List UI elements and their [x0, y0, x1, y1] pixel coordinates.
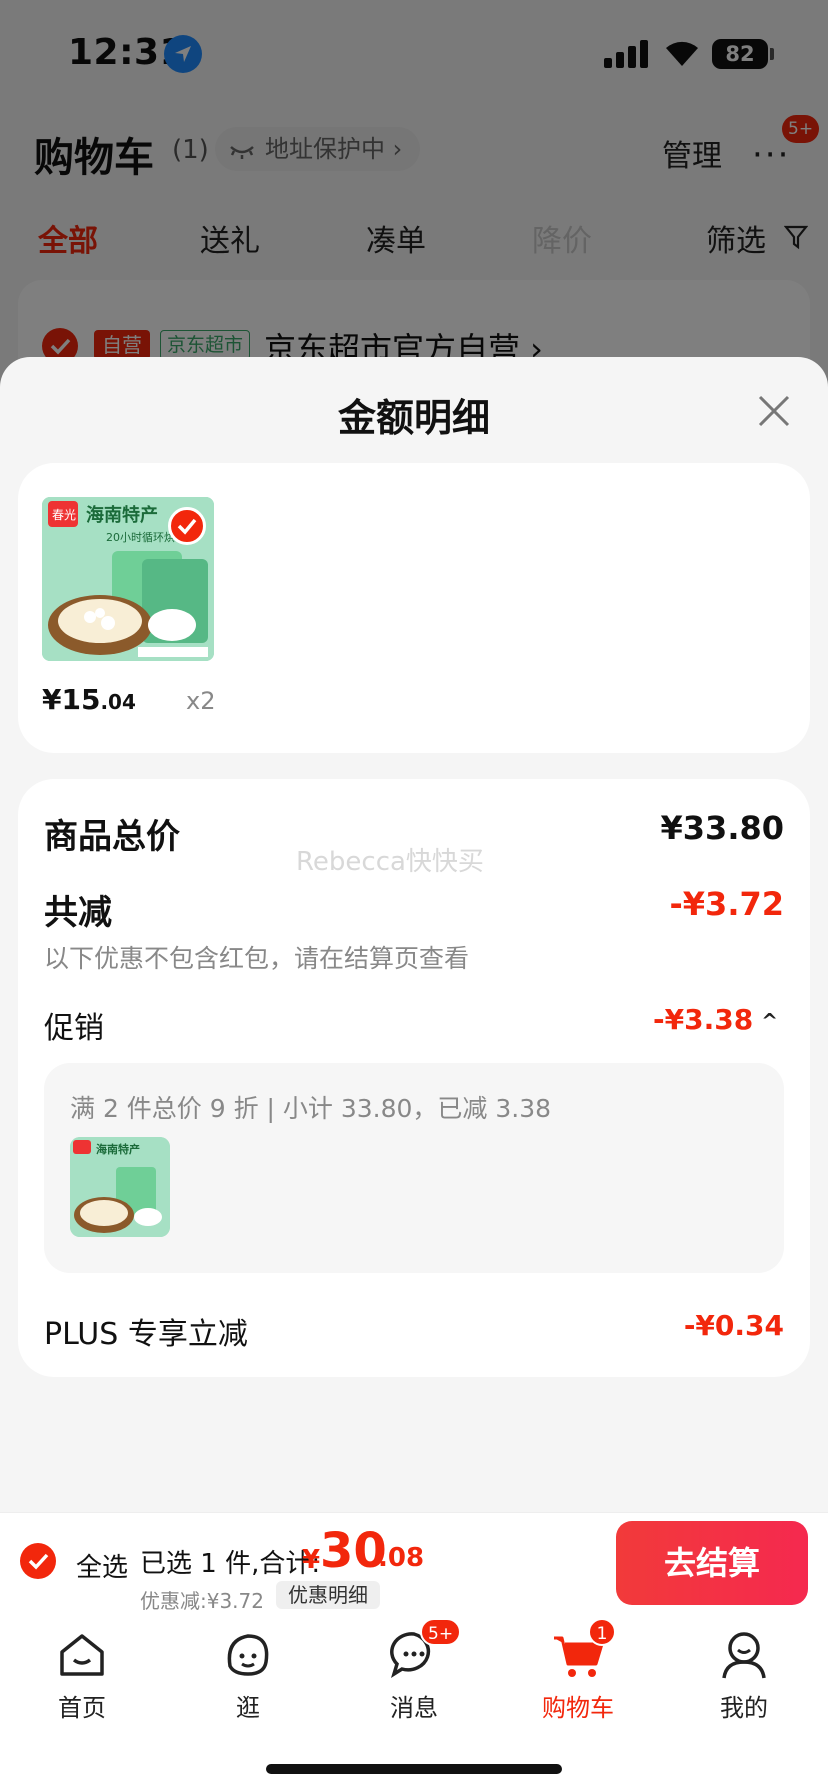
selected-count-text: 已选 1 件,合计: [140, 1549, 321, 1579]
cart-icon: 1 [550, 1618, 616, 1682]
thumb-product-text: 海南特产 [86, 504, 158, 526]
plus-discount-label: PLUS 专享立减 [44, 1317, 248, 1352]
discount-detail-button[interactable]: 优惠明细 [276, 1581, 380, 1609]
tab-home-label: 首页 [58, 1694, 106, 1722]
product-thumbnail[interactable]: 春光 海南特产 20小时循环烘 [42, 497, 214, 661]
promo-product-thumbnail[interactable]: 海南特产 [70, 1137, 170, 1237]
promo-detail-box: 满 2 件总价 9 折 | 小计 33.80，已减 3.38 海南特产 [44, 1063, 784, 1273]
checkout-bar: 全选 已选 1 件,合计: ¥ 30 .08 优惠减:¥3.72 优惠明细 去结… [0, 1512, 828, 1613]
reduce-note: 以下优惠不包含红包，请在结算页查看 [44, 944, 470, 973]
selected-goods-card: 春光 海南特产 20小时循环烘 ¥15.04 x2 [18, 463, 810, 753]
thumb-product-sub: 20小时循环烘 [106, 530, 175, 544]
promo-value: -¥3.38 [653, 1003, 754, 1036]
profile-icon [716, 1626, 772, 1682]
discount-amount: 优惠减:¥3.72 [140, 1589, 264, 1613]
goods-total-value: ¥33.80 [660, 809, 784, 847]
total-reduce-value: -¥3.72 [669, 885, 785, 923]
total-amount-dec: .08 [378, 1543, 425, 1573]
total-currency: ¥ [302, 1545, 321, 1575]
svg-text:春光: 春光 [52, 508, 76, 522]
tab-messages-label: 消息 [390, 1694, 438, 1722]
product-checked-icon [168, 507, 206, 545]
tab-profile-label: 我的 [720, 1694, 768, 1722]
checkout-button[interactable]: 去结算 [616, 1521, 808, 1605]
tab-cart[interactable]: 1 购物车 [518, 1618, 638, 1723]
close-icon[interactable] [752, 389, 796, 433]
promo-label: 促销 [44, 1011, 104, 1046]
watermark-text: Rebecca快快买 [296, 847, 484, 877]
chevron-up-icon: ^ [761, 1009, 778, 1033]
select-all-label[interactable]: 全选 [76, 1547, 128, 1584]
total-reduce-label: 共减 [44, 893, 112, 933]
tab-explore-label: 逛 [236, 1694, 260, 1722]
cart-badge: 1 [588, 1618, 616, 1646]
product-quantity: x2 [186, 687, 216, 715]
promo-thumb-text: 海南特产 [96, 1142, 140, 1156]
bottom-tab-bar: 首页 逛 5+ 消息 1 购物车 我的 [0, 1612, 828, 1792]
goods-total-label: 商品总价 [44, 817, 180, 857]
tab-cart-label: 购物车 [542, 1694, 614, 1722]
sheet-title: 金额明细 [337, 396, 490, 440]
promo-toggle[interactable]: -¥3.38 ^ [653, 1003, 778, 1036]
home-icon [54, 1626, 110, 1682]
home-indicator [266, 1764, 562, 1774]
product-unit-price: ¥15.04 [42, 683, 136, 716]
total-amount-int: 30 [320, 1523, 387, 1579]
explore-icon [220, 1626, 276, 1682]
tab-messages[interactable]: 5+ 消息 [354, 1618, 474, 1723]
select-all-checkbox[interactable] [20, 1543, 56, 1579]
price-detail-card: 商品总价 ¥33.80 Rebecca快快买 共减 -¥3.72 以下优惠不包含… [18, 779, 810, 1377]
messages-badge: 5+ [420, 1618, 462, 1646]
message-icon: 5+ [386, 1618, 462, 1682]
promo-detail-text: 满 2 件总价 9 折 | 小计 33.80，已减 3.38 [70, 1094, 552, 1123]
tab-profile[interactable]: 我的 [684, 1626, 804, 1723]
plus-discount-value: -¥0.34 [683, 1309, 784, 1342]
tab-home[interactable]: 首页 [22, 1626, 142, 1723]
tab-explore[interactable]: 逛 [188, 1626, 308, 1723]
